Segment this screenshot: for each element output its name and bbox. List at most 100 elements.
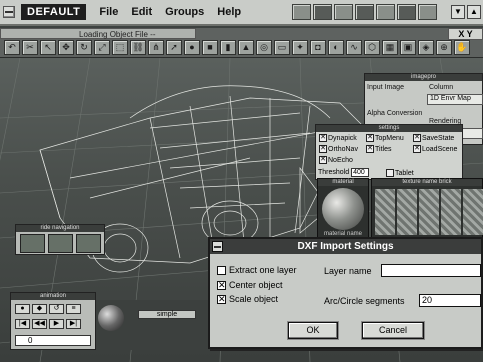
texture-swatch[interactable] xyxy=(463,189,483,235)
center-object-checkbox[interactable]: ✕ Center object xyxy=(217,280,283,290)
sphere-icon[interactable]: ● xyxy=(184,40,200,55)
materials-bar: simple xyxy=(96,300,220,350)
nav-orbit-icon[interactable] xyxy=(76,234,101,253)
record-icon[interactable]: ● xyxy=(15,304,30,314)
plane-icon[interactable]: ▭ xyxy=(274,40,290,55)
input-image-label: Input Image xyxy=(367,84,404,91)
material-icon[interactable] xyxy=(397,4,416,20)
torus-icon[interactable]: ◎ xyxy=(256,40,272,55)
settings-icon[interactable]: ≡ xyxy=(66,304,81,314)
light-icon[interactable] xyxy=(334,4,353,20)
material-preview-sphere[interactable] xyxy=(322,188,364,230)
texture-swatch[interactable] xyxy=(441,189,461,235)
cancel-button[interactable]: Cancel xyxy=(362,322,424,339)
panel-title: animation xyxy=(11,293,95,300)
savestate-checkbox[interactable]: ✕ SaveState xyxy=(413,134,454,142)
nav-walk-icon[interactable] xyxy=(48,234,73,253)
lens-icon[interactable]: ◐ xyxy=(328,40,344,55)
texture-swatch[interactable] xyxy=(397,189,417,235)
minimize-icon[interactable]: ▼ xyxy=(451,5,465,19)
tablet-checkbox[interactable]: Tablet xyxy=(386,169,414,177)
threshold-label: Threshold xyxy=(318,169,350,176)
move-icon[interactable]: ✥ xyxy=(58,40,74,55)
arc-circle-segments-label: Arc/Circle segments xyxy=(324,296,405,306)
light-bulb-icon[interactable]: ✦ xyxy=(292,40,308,55)
mesh-icon[interactable] xyxy=(376,4,395,20)
threshold-input[interactable]: 400 xyxy=(351,168,370,177)
grid-tool-icon[interactable]: ▦ xyxy=(382,40,398,55)
app-name: DEFAULT xyxy=(21,4,87,20)
render-icon[interactable] xyxy=(292,4,311,20)
loop-icon[interactable]: ↺ xyxy=(49,304,64,314)
layer-name-input[interactable] xyxy=(381,264,481,277)
checkbox-box xyxy=(217,265,226,275)
cursor-icon[interactable]: ➚ xyxy=(166,40,182,55)
view-axis-label: X Y xyxy=(448,28,483,40)
texture-swatch[interactable] xyxy=(375,189,395,235)
alpha-conversion-label: Alpha Conversion xyxy=(367,110,423,117)
panel-title: settings xyxy=(316,125,462,132)
dialog-titlebar: DXF Import Settings xyxy=(210,239,481,254)
column-label: Column xyxy=(429,84,454,91)
main-menubar: DEFAULT File Edit Groups Help ▼ ▲ xyxy=(0,0,483,26)
camera-icon[interactable] xyxy=(313,4,332,20)
path-tool-icon[interactable]: ∿ xyxy=(346,40,362,55)
undo-icon[interactable]: ↶ xyxy=(4,40,20,55)
texture-panel: texture name brick xyxy=(371,178,483,238)
cylinder-icon[interactable]: ▮ xyxy=(220,40,236,55)
material-type-select[interactable]: simple xyxy=(138,310,196,319)
pointer-icon[interactable]: ↖ xyxy=(40,40,56,55)
link-icon[interactable]: ⛓ xyxy=(130,40,146,55)
render-tool-icon[interactable]: ◈ xyxy=(418,40,434,55)
noecho-checkbox[interactable]: ✕ NoEcho xyxy=(319,156,353,164)
path-icon[interactable] xyxy=(355,4,374,20)
scissors-icon[interactable]: ✂ xyxy=(22,40,38,55)
play-icon[interactable]: ▶ xyxy=(49,319,64,329)
menu-help[interactable]: Help xyxy=(217,6,241,18)
cube-icon[interactable]: ■ xyxy=(202,40,218,55)
texture-icon[interactable] xyxy=(418,4,437,20)
fast-forward-icon[interactable]: ▶| xyxy=(66,319,81,329)
frame-icon[interactable]: ▣ xyxy=(400,40,416,55)
arc-circle-segments-input[interactable]: 20 xyxy=(419,294,481,307)
rotate-icon[interactable]: ↻ xyxy=(76,40,92,55)
topmenu-checkbox[interactable]: ✕ TopMenu xyxy=(366,134,404,142)
orthonav-checkbox[interactable]: ✕ OrthoNav xyxy=(319,145,358,153)
cone-icon[interactable]: ▲ xyxy=(238,40,254,55)
menu-edit[interactable]: Edit xyxy=(131,6,152,18)
hierarchy-icon[interactable]: ⋔ xyxy=(148,40,164,55)
hexagon-icon[interactable]: ⬡ xyxy=(364,40,380,55)
keyframe-icon[interactable]: ◆ xyxy=(32,304,47,314)
frame-number-input[interactable]: 0 xyxy=(15,335,91,346)
menu-groups[interactable]: Groups xyxy=(165,6,204,18)
layer-name-label: Layer name xyxy=(324,266,372,276)
extract-one-layer-checkbox[interactable]: Extract one layer xyxy=(217,265,297,275)
zoom-icon[interactable]: ⊕ xyxy=(436,40,452,55)
texture-swatch[interactable] xyxy=(419,189,439,235)
panel-title: imagepro xyxy=(365,74,482,81)
loadscene-checkbox[interactable]: ✕ LoadScene xyxy=(413,145,457,153)
step-back-icon[interactable]: ◀◀ xyxy=(32,319,47,329)
settings-panel: settings ✕ Dynapick ✕ TopMenu ✕ SaveState ✕… xyxy=(315,124,463,180)
nav-fly-icon[interactable] xyxy=(20,234,45,253)
material-ball-icon[interactable] xyxy=(98,305,124,331)
rewind-icon[interactable]: |◀ xyxy=(15,319,30,329)
maximize-icon[interactable]: ▲ xyxy=(467,5,481,19)
dialog-title: DXF Import Settings xyxy=(297,241,394,252)
ok-button[interactable]: OK xyxy=(288,322,338,339)
dxf-import-dialog: DXF Import Settings Extract one layer ✕ … xyxy=(208,237,483,349)
menu-file[interactable]: File xyxy=(99,6,118,18)
select-icon[interactable]: ⬚ xyxy=(112,40,128,55)
column-select[interactable]: 1D Envr Map xyxy=(427,94,483,105)
dynapick-checkbox[interactable]: ✕ Dynapick xyxy=(319,134,357,142)
threshold-control: Threshold 400 xyxy=(318,168,370,177)
camera-tool-icon[interactable]: ◘ xyxy=(310,40,326,55)
dialog-system-menu-icon[interactable] xyxy=(212,241,223,252)
system-menu-icon[interactable] xyxy=(3,6,15,18)
panel-title: material xyxy=(318,179,368,186)
material-panel: material material name xyxy=(317,178,369,238)
scale-icon[interactable]: ⤢ xyxy=(94,40,110,55)
pan-icon[interactable]: ✋ xyxy=(454,40,470,55)
titles-checkbox[interactable]: ✕ Titles xyxy=(366,145,391,153)
scale-object-checkbox[interactable]: ✕ Scale object xyxy=(217,294,278,304)
